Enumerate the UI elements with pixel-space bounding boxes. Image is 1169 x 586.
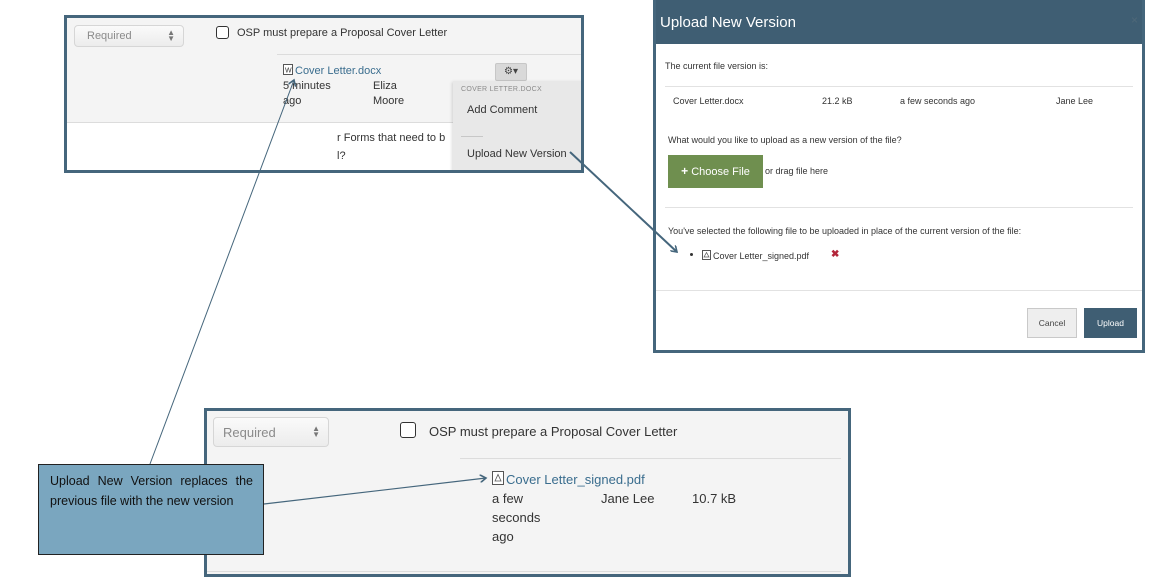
divider xyxy=(460,458,841,459)
pdf-icon xyxy=(702,250,711,260)
choose-file-button[interactable]: + Choose File xyxy=(668,155,763,188)
selected-file: Cover Letter_signed.pdf xyxy=(702,250,809,261)
file-size: 10.7 kB xyxy=(692,491,737,506)
menu-item-upload-new-version[interactable]: Upload New Version xyxy=(467,148,567,160)
requirement-status-select[interactable]: Required ▲ ▼ xyxy=(213,417,329,447)
annotation-callout: Upload New Version replaces the previous… xyxy=(38,464,264,555)
current-file-time: a few seconds ago xyxy=(900,96,976,106)
file-user: Eliza Moore xyxy=(373,80,405,107)
gear-icon: ⚙ xyxy=(504,66,513,77)
current-file-user: Jane Lee xyxy=(1056,96,1094,106)
requirement-label: OSP must prepare a Proposal Cover Letter xyxy=(429,424,678,439)
modal-header: Upload New Version × xyxy=(656,0,1142,44)
list-bullet xyxy=(690,253,693,256)
file-user: Jane Lee xyxy=(601,491,655,506)
divider xyxy=(665,207,1133,208)
upload-new-version-modal: Upload New Version × The current file ve… xyxy=(653,0,1145,353)
select-value: Required xyxy=(87,30,132,42)
divider xyxy=(207,571,841,572)
choose-file-label: Choose File xyxy=(691,166,750,178)
upload-button[interactable]: Upload xyxy=(1084,308,1137,338)
drag-hint: or drag file here xyxy=(765,166,829,176)
bottom-snippet-frame: Required ▲ ▼ OSP must prepare a Proposal … xyxy=(204,408,851,577)
menu-header: COVER LETTER.DOCX xyxy=(461,86,542,93)
selected-file-label: You've selected the following file to be… xyxy=(668,226,1022,236)
current-file-size: 21.2 kB xyxy=(822,96,853,106)
cancel-button[interactable]: Cancel xyxy=(1027,308,1077,338)
modal-title: Upload New Version xyxy=(660,14,796,31)
top-snippet-frame: Required ▲ ▼ OSP must prepare a Proposal … xyxy=(64,15,584,173)
file-actions-menu: COVER LETTER.DOCX Add Comment Upload New… xyxy=(453,81,581,170)
menu-item-add-comment[interactable]: Add Comment xyxy=(467,104,537,116)
file-name: Cover Letter.docx xyxy=(295,65,382,77)
file-link[interactable]: W Cover Letter.docx xyxy=(283,64,381,77)
requirement-status-select[interactable]: Required ▲ ▼ xyxy=(74,25,184,47)
svg-text:W: W xyxy=(285,68,292,75)
divider xyxy=(665,86,1133,87)
upload-prompt: What would you like to upload as a new v… xyxy=(668,135,902,145)
file-time: 5 minutes ago xyxy=(283,80,331,107)
partial-requirement-text: r Forms that need to b l? xyxy=(337,132,446,162)
caret-down-icon: ▾ xyxy=(512,66,518,77)
close-icon[interactable]: × xyxy=(1131,13,1138,27)
file-link[interactable]: Cover Letter_signed.pdf xyxy=(492,471,645,487)
pdf-icon xyxy=(492,471,504,485)
requirement-checkbox[interactable] xyxy=(216,26,229,39)
divider xyxy=(277,54,581,55)
requirement-label: OSP must prepare a Proposal Cover Letter xyxy=(237,27,448,39)
word-doc-icon: W xyxy=(283,64,293,75)
current-file-name: Cover Letter.docx xyxy=(673,96,744,106)
file-actions-button[interactable]: ⚙▾ xyxy=(495,63,527,81)
select-value: Required xyxy=(223,425,276,440)
remove-file-icon[interactable]: ✖ xyxy=(831,249,839,260)
select-arrows-icon: ▲ ▼ xyxy=(167,28,175,43)
menu-separator xyxy=(461,136,483,137)
divider xyxy=(656,290,1142,291)
file-name: Cover Letter_signed.pdf xyxy=(506,472,645,487)
plus-icon: + xyxy=(681,164,689,178)
file-time: a few seconds ago xyxy=(492,491,541,544)
select-arrows-icon: ▲ ▼ xyxy=(312,424,320,439)
current-version-label: The current file version is: xyxy=(665,61,769,71)
selected-file-name: Cover Letter_signed.pdf xyxy=(713,251,810,261)
requirement-checkbox[interactable] xyxy=(400,422,416,438)
